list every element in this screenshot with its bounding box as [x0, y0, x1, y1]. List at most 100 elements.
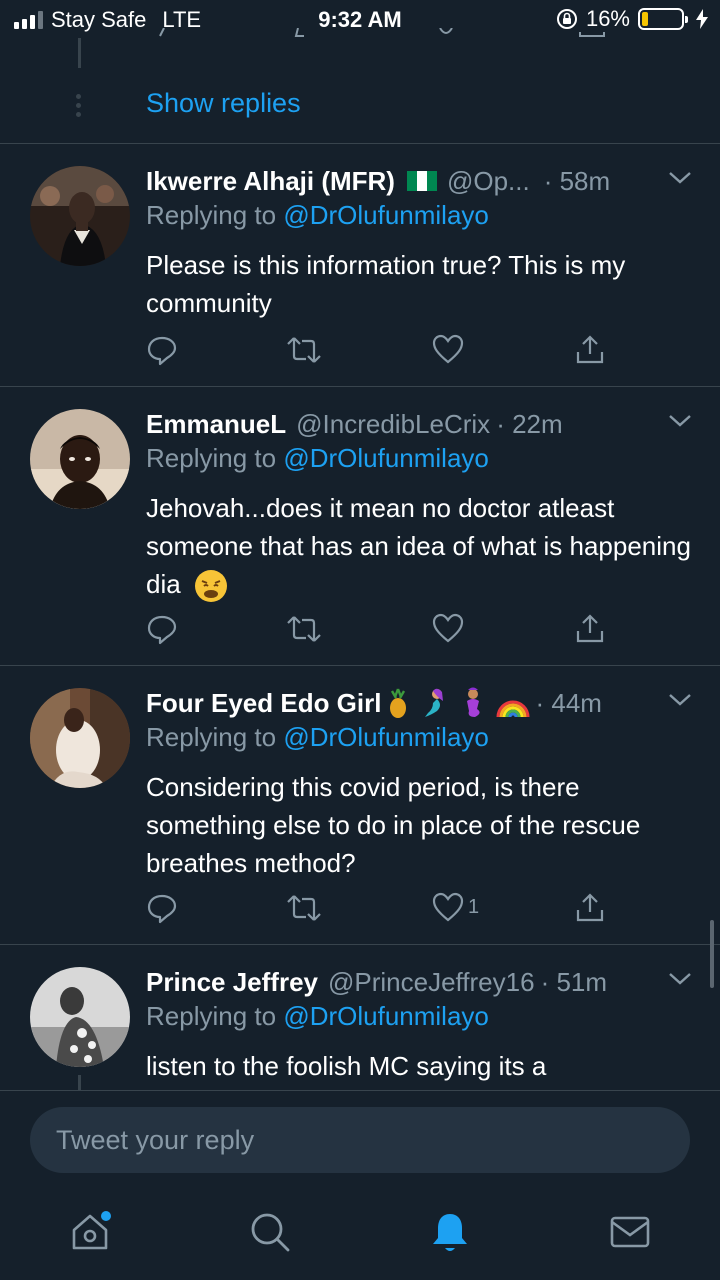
- retweet-icon: [287, 337, 321, 363]
- share-icon: [576, 893, 604, 922]
- tweet-header: Prince Jeffrey @PrinceJeffrey16 · 51m: [146, 963, 700, 1001]
- thread-line: [78, 38, 81, 68]
- bell-icon: [433, 1214, 467, 1251]
- share-button[interactable]: [574, 334, 606, 366]
- divider: [0, 143, 720, 144]
- replying-prefix: Replying to: [146, 722, 277, 752]
- replying-prefix: Replying to: [146, 200, 277, 230]
- handle[interactable]: @IncredibLeCrix: [296, 409, 490, 440]
- avatar[interactable]: [30, 967, 130, 1067]
- heart-icon: [432, 613, 464, 643]
- rainbow-emoji-icon: [496, 700, 530, 718]
- share-icon: [576, 335, 604, 364]
- like-count: 1: [468, 895, 480, 918]
- tweet-text: listen to the foolish MC saying its a: [146, 1051, 547, 1081]
- tweet-header: Ikwerre Alhaji (MFR) @Op... · 58m: [146, 162, 700, 200]
- tweet-text: Considering this covid period, is there …: [146, 772, 641, 878]
- display-name[interactable]: EmmanueL: [146, 409, 286, 440]
- retweet-button[interactable]: [286, 892, 322, 924]
- handle[interactable]: @PrinceJeffrey16: [328, 967, 535, 998]
- tweet-header: Four Eyed Edo Girl · 44m: [146, 684, 700, 722]
- tab-messages[interactable]: [606, 1208, 654, 1256]
- tweet-item[interactable]: Prince Jeffrey @PrinceJeffrey16 · 51m Re…: [0, 963, 720, 1090]
- heart-icon: [432, 892, 464, 922]
- avatar[interactable]: [30, 166, 130, 266]
- previous-actions-fragment: [159, 28, 605, 37]
- tweet-actions: [146, 613, 616, 647]
- retweet-button[interactable]: [286, 334, 322, 366]
- more-dots-icon: [76, 94, 81, 117]
- thread-line: [78, 1075, 81, 1090]
- reply-icon: [147, 894, 177, 924]
- tweet-text-container: Jehovah...does it mean no doctor atleast…: [146, 489, 696, 603]
- replying-to: Replying to @DrOlufunmilayo: [146, 200, 489, 231]
- retweet-icon: [287, 895, 321, 921]
- reply-input[interactable]: Tweet your reply: [30, 1107, 690, 1173]
- retweet-button[interactable]: [286, 613, 322, 645]
- tab-notifications[interactable]: [426, 1208, 474, 1256]
- tweet-item[interactable]: Ikwerre Alhaji (MFR) @Op... · 58m Replyi…: [0, 162, 720, 386]
- replying-prefix: Replying to: [146, 443, 277, 473]
- weary-face-emoji-icon: [194, 570, 227, 603]
- like-button[interactable]: 1: [432, 892, 479, 922]
- heart-icon: [432, 334, 464, 364]
- reply-button[interactable]: [146, 334, 178, 366]
- tweet-item[interactable]: EmmanueL @IncredibLeCrix · 22m Replying …: [0, 405, 720, 665]
- replying-mention[interactable]: @DrOlufunmilayo: [283, 200, 489, 230]
- tweet-text: Please is this information true? This is…: [146, 250, 626, 318]
- display-name[interactable]: Four Eyed Edo Girl: [146, 688, 381, 719]
- divider: [0, 944, 720, 945]
- like-button[interactable]: [432, 613, 468, 643]
- timestamp: · 22m: [496, 408, 563, 439]
- tweet-actions: 1: [146, 892, 616, 926]
- divider: [0, 386, 720, 387]
- compose-bar: Tweet your reply: [0, 1090, 720, 1190]
- previous-tweet-fragment: Show replies: [0, 28, 720, 144]
- tab-home[interactable]: [66, 1208, 114, 1256]
- orientation-lock-icon: [556, 9, 577, 29]
- tab-search[interactable]: [246, 1208, 294, 1256]
- tweet-item[interactable]: Four Eyed Edo Girl · 44m Replying to @Dr…: [0, 684, 720, 944]
- chevron-down-icon[interactable]: [668, 170, 692, 186]
- divider: [0, 665, 720, 666]
- reply-button[interactable]: [146, 892, 178, 924]
- timestamp: · 51m: [540, 966, 608, 997]
- share-button[interactable]: [574, 613, 606, 645]
- battery-level: [642, 12, 649, 26]
- handle[interactable]: @Op...: [447, 166, 530, 197]
- retweet-icon: [287, 616, 321, 642]
- share-button[interactable]: [574, 892, 606, 924]
- share-icon: [576, 614, 604, 643]
- reply-icon: [147, 615, 177, 645]
- avatar[interactable]: [30, 409, 130, 509]
- replying-mention[interactable]: @DrOlufunmilayo: [283, 722, 489, 752]
- chevron-down-icon[interactable]: [668, 692, 692, 708]
- nigeria-flag-icon: [406, 171, 437, 191]
- home-icon: [72, 1211, 111, 1250]
- replying-mention[interactable]: @DrOlufunmilayo: [283, 1001, 489, 1031]
- chevron-down-icon[interactable]: [668, 971, 692, 987]
- show-replies-row[interactable]: Show replies: [0, 80, 720, 130]
- timestamp: · 44m: [535, 687, 602, 718]
- like-button[interactable]: [432, 334, 468, 364]
- avatar[interactable]: [30, 688, 130, 788]
- chevron-down-icon[interactable]: [668, 413, 692, 429]
- tweet-actions: [146, 334, 616, 368]
- genie-emoji-icon: [467, 687, 481, 717]
- tab-bar: [0, 1190, 720, 1280]
- display-name[interactable]: Prince Jeffrey: [146, 967, 318, 998]
- scrollbar[interactable]: [710, 920, 714, 988]
- display-name[interactable]: Ikwerre Alhaji (MFR): [146, 166, 395, 197]
- replying-to: Replying to @DrOlufunmilayo: [146, 443, 489, 474]
- charging-bolt-icon: [696, 9, 708, 29]
- show-replies-link[interactable]: Show replies: [146, 88, 301, 119]
- reply-icon: [147, 336, 177, 366]
- pineapple-emoji-icon: [390, 688, 407, 718]
- mermaid-emoji-icon: [425, 688, 444, 717]
- reply-button[interactable]: [146, 613, 178, 645]
- mail-icon: [610, 1216, 650, 1248]
- battery-icon: [638, 8, 688, 30]
- replying-to: Replying to @DrOlufunmilayo: [146, 1001, 489, 1032]
- tweet-header: EmmanueL @IncredibLeCrix · 22m: [146, 405, 700, 443]
- replying-mention[interactable]: @DrOlufunmilayo: [283, 443, 489, 473]
